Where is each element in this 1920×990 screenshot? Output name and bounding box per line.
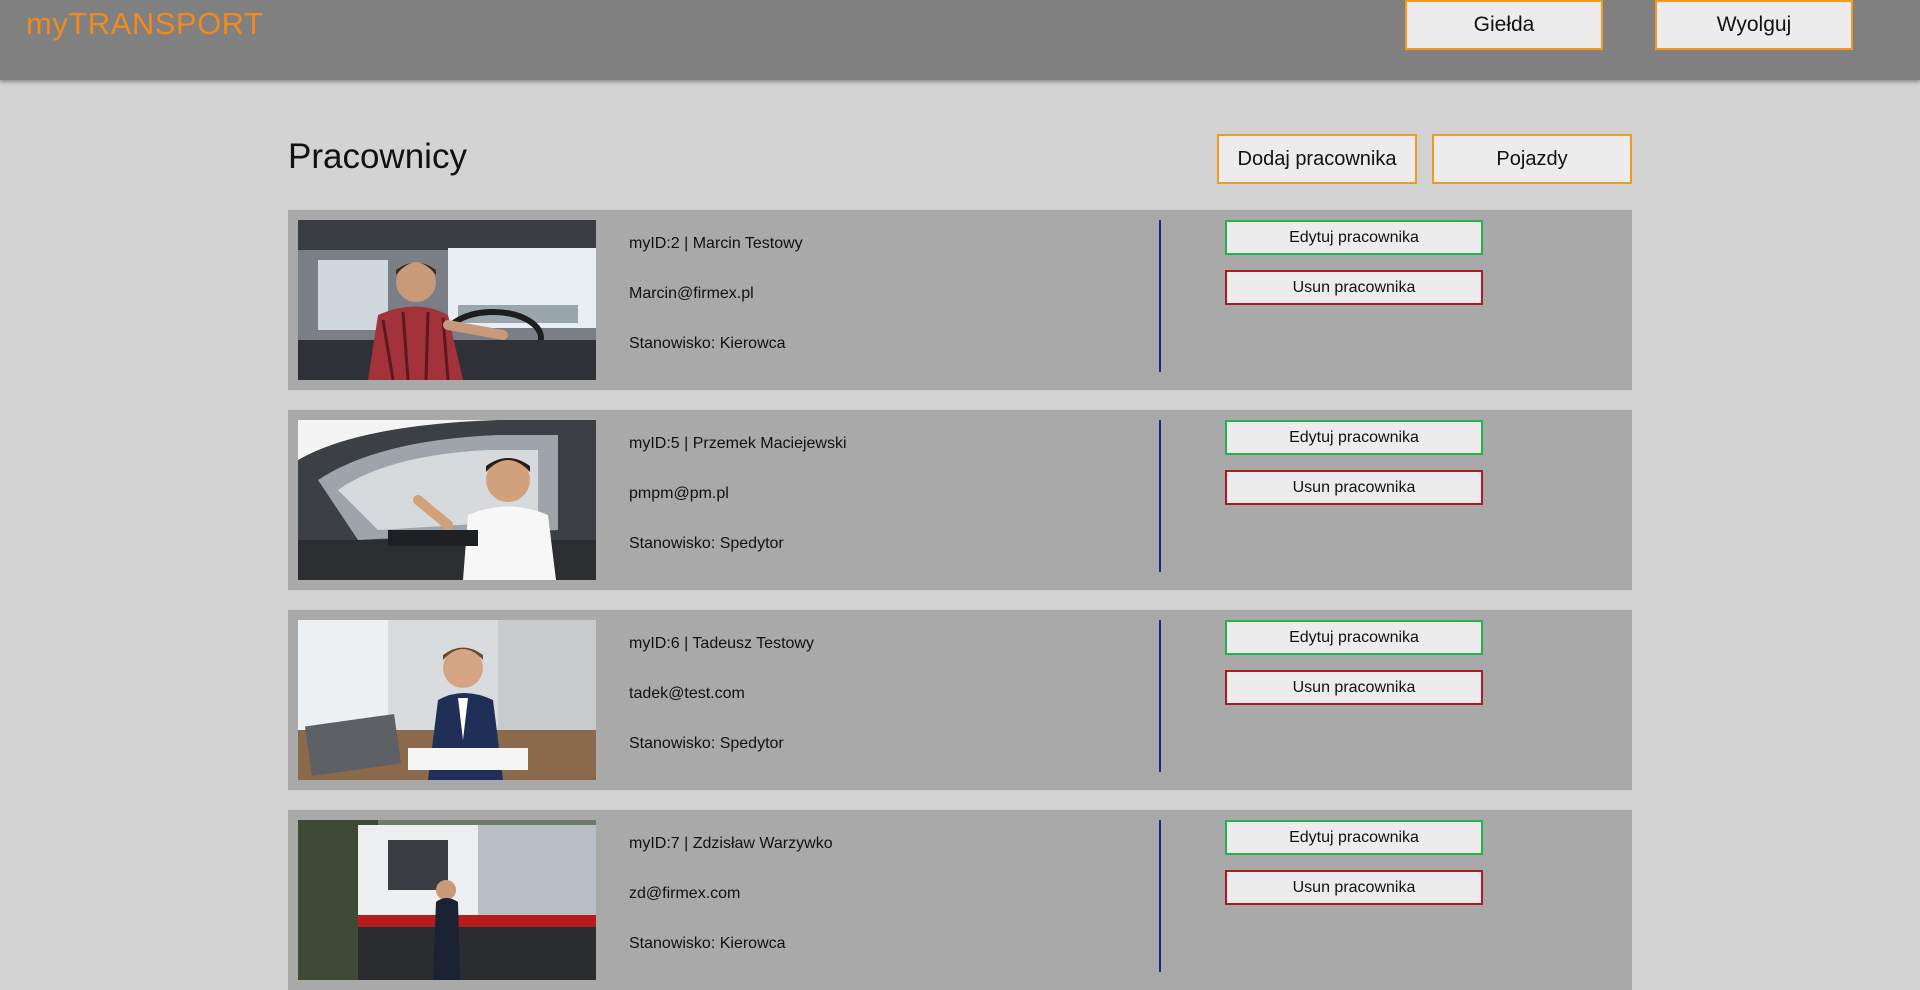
exchange-button[interactable]: Giełda bbox=[1405, 0, 1603, 50]
card-divider bbox=[1159, 220, 1161, 372]
employee-email: Marcin@firmex.pl bbox=[629, 285, 754, 302]
employee-id-name: myID:5 | Przemek Maciejewski bbox=[629, 435, 847, 452]
employee-photo bbox=[298, 820, 596, 980]
logout-button[interactable]: Wyolguj bbox=[1655, 0, 1853, 50]
vehicles-button[interactable]: Pojazdy bbox=[1432, 134, 1632, 184]
employee-photo bbox=[298, 620, 596, 780]
employee-position: Stanowisko: Spedytor bbox=[629, 735, 784, 752]
employee-email: zd@firmex.com bbox=[629, 885, 741, 902]
employee-position: Stanowisko: Kierowca bbox=[629, 335, 786, 352]
add-employee-button[interactable]: Dodaj pracownika bbox=[1217, 134, 1417, 184]
card-divider bbox=[1159, 420, 1161, 572]
employee-position: Stanowisko: Spedytor bbox=[629, 535, 784, 552]
edit-employee-button[interactable]: Edytuj pracownika bbox=[1225, 620, 1483, 655]
employee-email: pmpm@pm.pl bbox=[629, 485, 729, 502]
employee-id-name: myID:2 | Marcin Testowy bbox=[629, 235, 803, 252]
employee-id-name: myID:6 | Tadeusz Testowy bbox=[629, 635, 814, 652]
card-divider bbox=[1159, 820, 1161, 972]
employee-photo bbox=[298, 220, 596, 380]
employee-photo bbox=[298, 420, 596, 580]
edit-employee-button[interactable]: Edytuj pracownika bbox=[1225, 420, 1483, 455]
delete-employee-button[interactable]: Usun pracownika bbox=[1225, 670, 1483, 705]
employee-card: myID:5 | Przemek Maciejewski pmpm@pm.pl … bbox=[288, 410, 1632, 590]
employee-position: Stanowisko: Kierowca bbox=[629, 935, 786, 952]
top-navigation-bar: myTRANSPORT Giełda Wyolguj bbox=[0, 0, 1920, 80]
app-logo[interactable]: myTRANSPORT bbox=[26, 6, 263, 42]
delete-employee-button[interactable]: Usun pracownika bbox=[1225, 270, 1483, 305]
employee-id-name: myID:7 | Zdzisław Warzywko bbox=[629, 835, 833, 852]
employee-card: myID:7 | Zdzisław Warzywko zd@firmex.com… bbox=[288, 810, 1632, 990]
page-title: Pracownicy bbox=[288, 137, 467, 176]
employee-card: myID:6 | Tadeusz Testowy tadek@test.com … bbox=[288, 610, 1632, 790]
delete-employee-button[interactable]: Usun pracownika bbox=[1225, 470, 1483, 505]
edit-employee-button[interactable]: Edytuj pracownika bbox=[1225, 820, 1483, 855]
delete-employee-button[interactable]: Usun pracownika bbox=[1225, 870, 1483, 905]
edit-employee-button[interactable]: Edytuj pracownika bbox=[1225, 220, 1483, 255]
card-divider bbox=[1159, 620, 1161, 772]
employee-email: tadek@test.com bbox=[629, 685, 745, 702]
employee-card: myID:2 | Marcin Testowy Marcin@firmex.pl… bbox=[288, 210, 1632, 390]
